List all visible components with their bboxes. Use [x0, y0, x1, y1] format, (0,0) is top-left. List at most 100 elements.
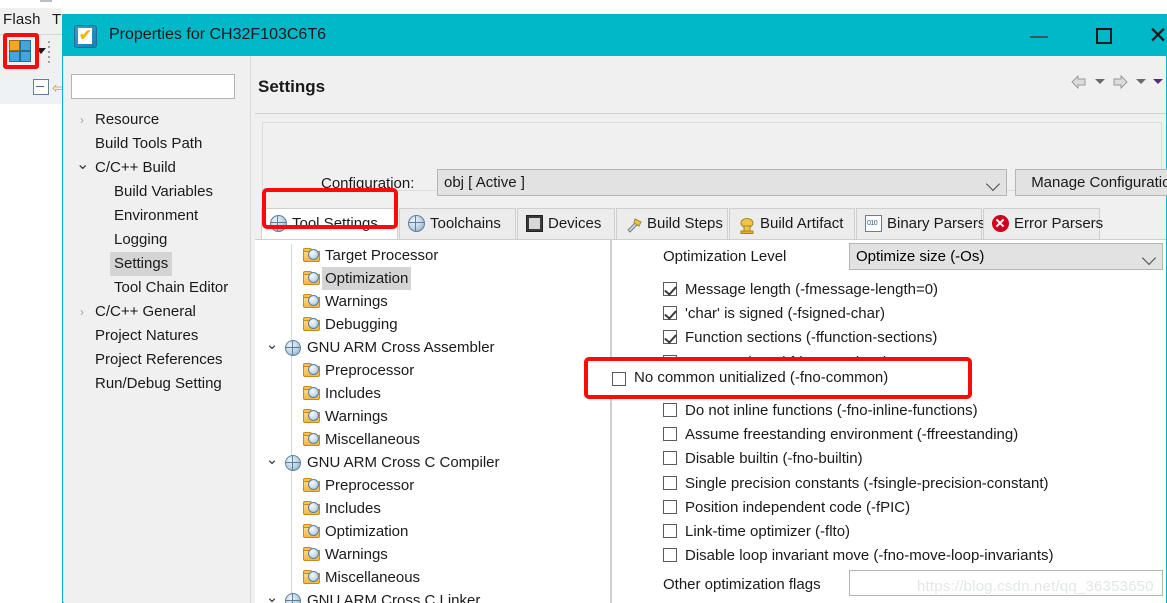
tab-label: Toolchains [430, 215, 501, 232]
chevron-down-icon[interactable]: ⌄ [76, 156, 89, 174]
sidebar-item-logging[interactable]: Logging [64, 228, 248, 252]
checkbox-icon[interactable] [663, 475, 677, 490]
tool-tree-item[interactable]: Optimization [255, 520, 610, 543]
sidebar-item-run-debug-setting[interactable]: Run/Debug Setting [64, 372, 248, 396]
tool-tree-item[interactable]: Preprocessor [255, 474, 610, 497]
back-arrow-icon[interactable] [1071, 74, 1087, 89]
sidebar-item-build-variables[interactable]: Build Variables [64, 180, 248, 204]
tool-tree-item-label: Optimization [322, 267, 412, 290]
title-separator [255, 113, 1166, 114]
checkbox-icon[interactable] [663, 403, 677, 417]
tool-tree-item[interactable]: Warnings [255, 543, 610, 566]
panel-sash[interactable] [248, 56, 255, 603]
globe-icon [285, 593, 301, 603]
chevron-right-icon[interactable]: › [76, 108, 88, 132]
checkbox-icon[interactable] [663, 548, 677, 563]
sidebar-item-settings[interactable]: Settings [64, 252, 248, 276]
minimize-icon[interactable] [1017, 15, 1063, 56]
folder-icon [303, 317, 321, 332]
tool-tree-item[interactable]: Preprocessor [255, 359, 610, 382]
chevron-down-icon[interactable]: ⌄ [265, 451, 279, 468]
tool-tree-item-label: Target Processor [325, 247, 439, 264]
history-nav-controls[interactable] [1068, 73, 1163, 95]
sidebar-item-c-c-build[interactable]: ⌄ C/C++ Build [64, 156, 248, 180]
tool-tree-item[interactable]: ⌄ GNU ARM Cross Assembler [255, 336, 610, 359]
settings-tabbar[interactable]: Tool Settings Toolchains Devices Build Step… [255, 208, 1166, 240]
menu-item-partial[interactable]: T [52, 11, 61, 28]
tool-tree-item[interactable]: Miscellaneous [255, 428, 610, 451]
tab-error-parsers[interactable]: Error Parsers [983, 208, 1103, 239]
chevron-right-icon[interactable]: › [76, 300, 88, 324]
hammer-icon [625, 215, 642, 233]
sidebar-item-environment[interactable]: Environment [64, 204, 248, 228]
tab-toolchains[interactable]: Toolchains [399, 208, 516, 239]
dialog-titlebar: ✔ Properties for CH32F103C6T6 ✕ [63, 15, 1167, 56]
tool-tree-item[interactable]: Warnings [255, 405, 610, 428]
checkbox-icon[interactable] [663, 451, 677, 466]
back-history-chevron-down-icon[interactable] [1094, 79, 1105, 85]
tool-tree-item[interactable]: ⌄ GNU ARM Cross C Compiler [255, 451, 610, 474]
globe-icon [285, 455, 301, 471]
menu-item-flash[interactable]: Flash [3, 11, 41, 28]
tab-build-artifact[interactable]: Build Artifact [729, 208, 855, 239]
chip-icon [526, 215, 543, 232]
sidebar-item-build-tools-path[interactable]: Build Tools Path [64, 132, 248, 156]
eclipse-properties-icon: ✔ [74, 25, 97, 48]
sidebar-item-project-references[interactable]: Project References [64, 348, 248, 372]
toolbar-drag-handle[interactable] [48, 41, 50, 63]
tab-devices[interactable]: Devices [517, 208, 615, 239]
view-menu-chevron-down-icon[interactable] [1153, 79, 1163, 85]
folder-icon [303, 248, 321, 263]
sidebar-item-label: Project Natures [95, 327, 199, 344]
tool-tree-item[interactable]: Optimization [255, 267, 610, 290]
filter-input[interactable] [71, 74, 235, 99]
tool-tree-item[interactable]: Warnings [255, 290, 610, 313]
chevron-down-icon[interactable]: ⌄ [265, 336, 279, 353]
folder-icon [303, 271, 321, 286]
optimization-level-select[interactable]: Optimize size (-Os) [849, 243, 1163, 270]
tool-tree-item[interactable]: Includes [255, 382, 610, 405]
sidebar-item-project-natures[interactable]: Project Natures [64, 324, 248, 348]
sidebar-item-resource[interactable]: › Resource [64, 108, 248, 132]
checkbox-icon[interactable] [663, 282, 677, 296]
tool-tree-item[interactable]: Includes [255, 497, 610, 520]
checkbox-icon[interactable] [663, 427, 677, 442]
checkbox-icon[interactable] [663, 330, 677, 345]
sidebar-item-label: Logging [114, 231, 168, 248]
forward-arrow-icon[interactable] [1112, 74, 1128, 89]
tab-build-steps[interactable]: Build Steps [616, 208, 728, 239]
sidebar-item-c-c-general[interactable]: › C/C++ General [64, 300, 248, 324]
properties-dialog: ✔ Properties for CH32F103C6T6 ✕ › Resourc… [62, 14, 1167, 603]
option-label: Link-time optimizer (-flto) [685, 523, 851, 540]
error-icon [992, 215, 1009, 232]
manage-configurations-button[interactable]: Manage Configurations... [1015, 169, 1167, 196]
tab-tool-settings[interactable]: Tool Settings [261, 208, 398, 239]
maximize-icon[interactable] [1081, 15, 1127, 56]
checkbox-icon[interactable] [663, 306, 677, 321]
tab-binary-parsers[interactable]: Binary Parsers [856, 208, 985, 239]
tool-tree-item-label: Includes [325, 385, 381, 402]
close-icon[interactable]: ✕ [1135, 15, 1167, 56]
option-label: Disable builtin (-fno-builtin) [685, 450, 863, 468]
settings-nav-tree[interactable]: › Resource Build Tools Path ⌄ C/C++ Build Bui… [64, 108, 248, 396]
tool-tree-item[interactable]: ⌄ GNU ARM Cross C Linker [255, 589, 610, 603]
no-common-unitialized-checkbox[interactable] [612, 372, 626, 386]
folder-icon [303, 570, 321, 585]
sidebar-item-tool-chain-editor[interactable]: Tool Chain Editor [64, 276, 248, 300]
tool-tree-item[interactable]: Target Processor [255, 244, 610, 267]
tool-tree-item-label: GNU ARM Cross C Linker [307, 592, 481, 603]
sidebar-item-label: C/C++ Build [95, 159, 176, 176]
tool-tree-item[interactable]: Debugging [255, 313, 610, 336]
annotation-box-no-common-unitialized: No common unitialized (-fno-common) [584, 357, 972, 399]
configuration-select[interactable]: obj [ Active ] [437, 169, 1007, 196]
tool-tree-item-label: Warnings [325, 546, 388, 563]
collapse-all-icon[interactable] [33, 79, 49, 95]
checkbox-icon[interactable] [663, 524, 677, 538]
tool-tree-item[interactable]: Miscellaneous [255, 566, 610, 589]
chevron-down-icon[interactable]: ⌄ [265, 589, 279, 603]
parser-icon [865, 215, 882, 232]
checkbox-icon[interactable] [663, 499, 677, 514]
option-label: Single precision constants (-fsingle-pre… [685, 474, 1049, 492]
forward-history-chevron-down-icon[interactable] [1135, 79, 1146, 85]
tool-settings-tree[interactable]: Target Processor Optimization Warnings Debu… [255, 240, 611, 603]
